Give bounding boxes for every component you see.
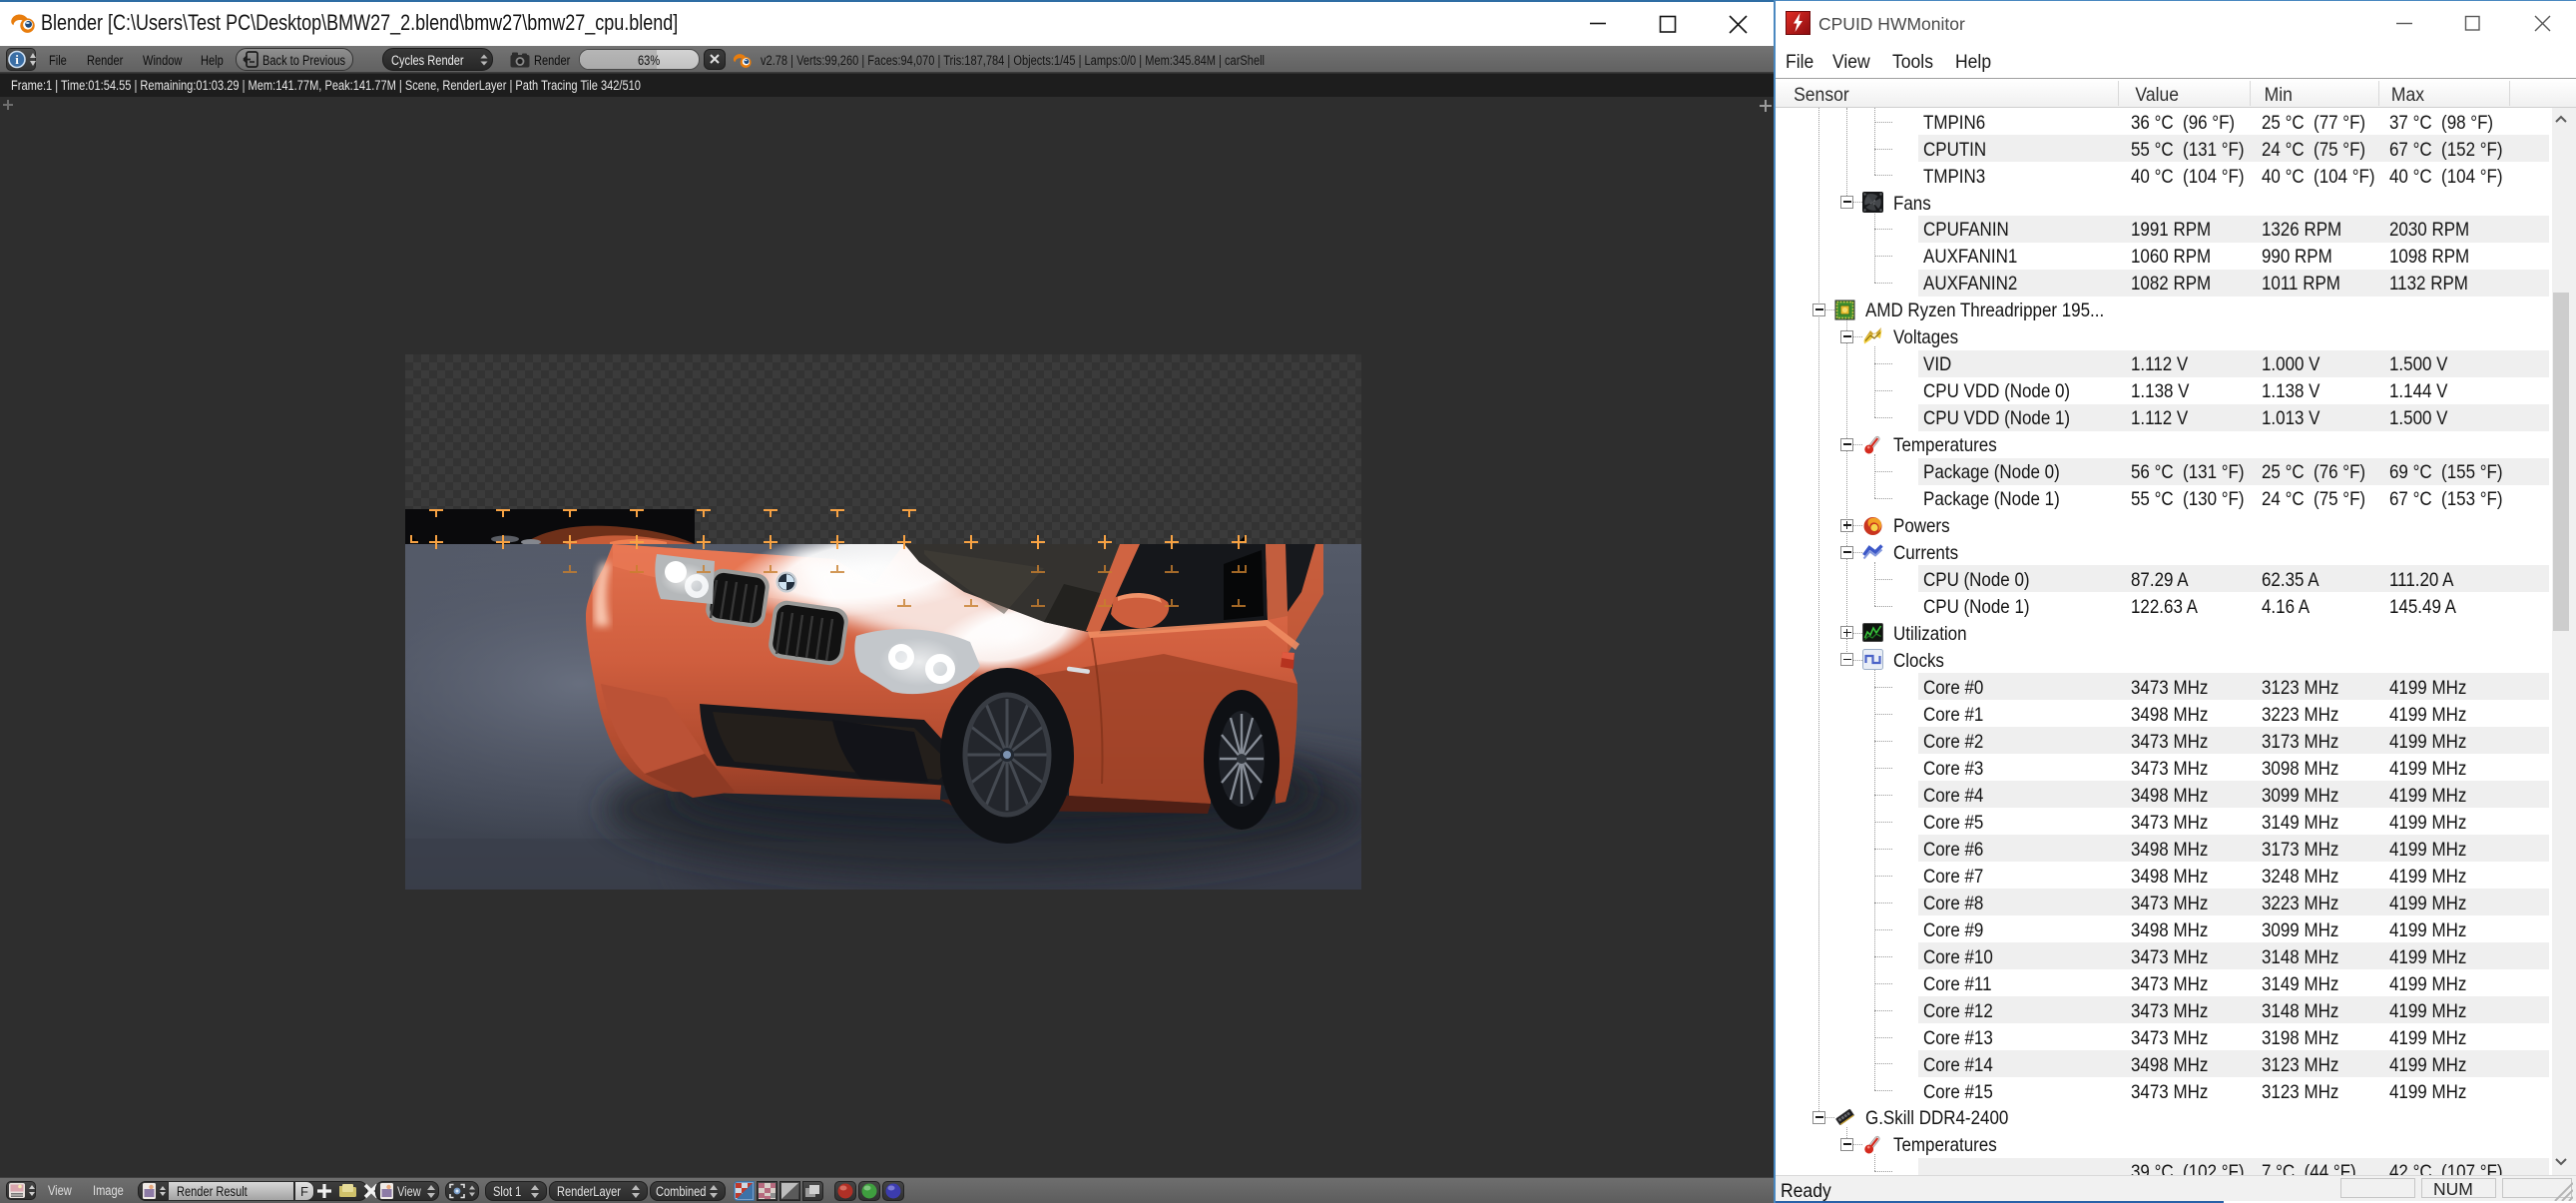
svg-text:i: i (15, 52, 19, 67)
